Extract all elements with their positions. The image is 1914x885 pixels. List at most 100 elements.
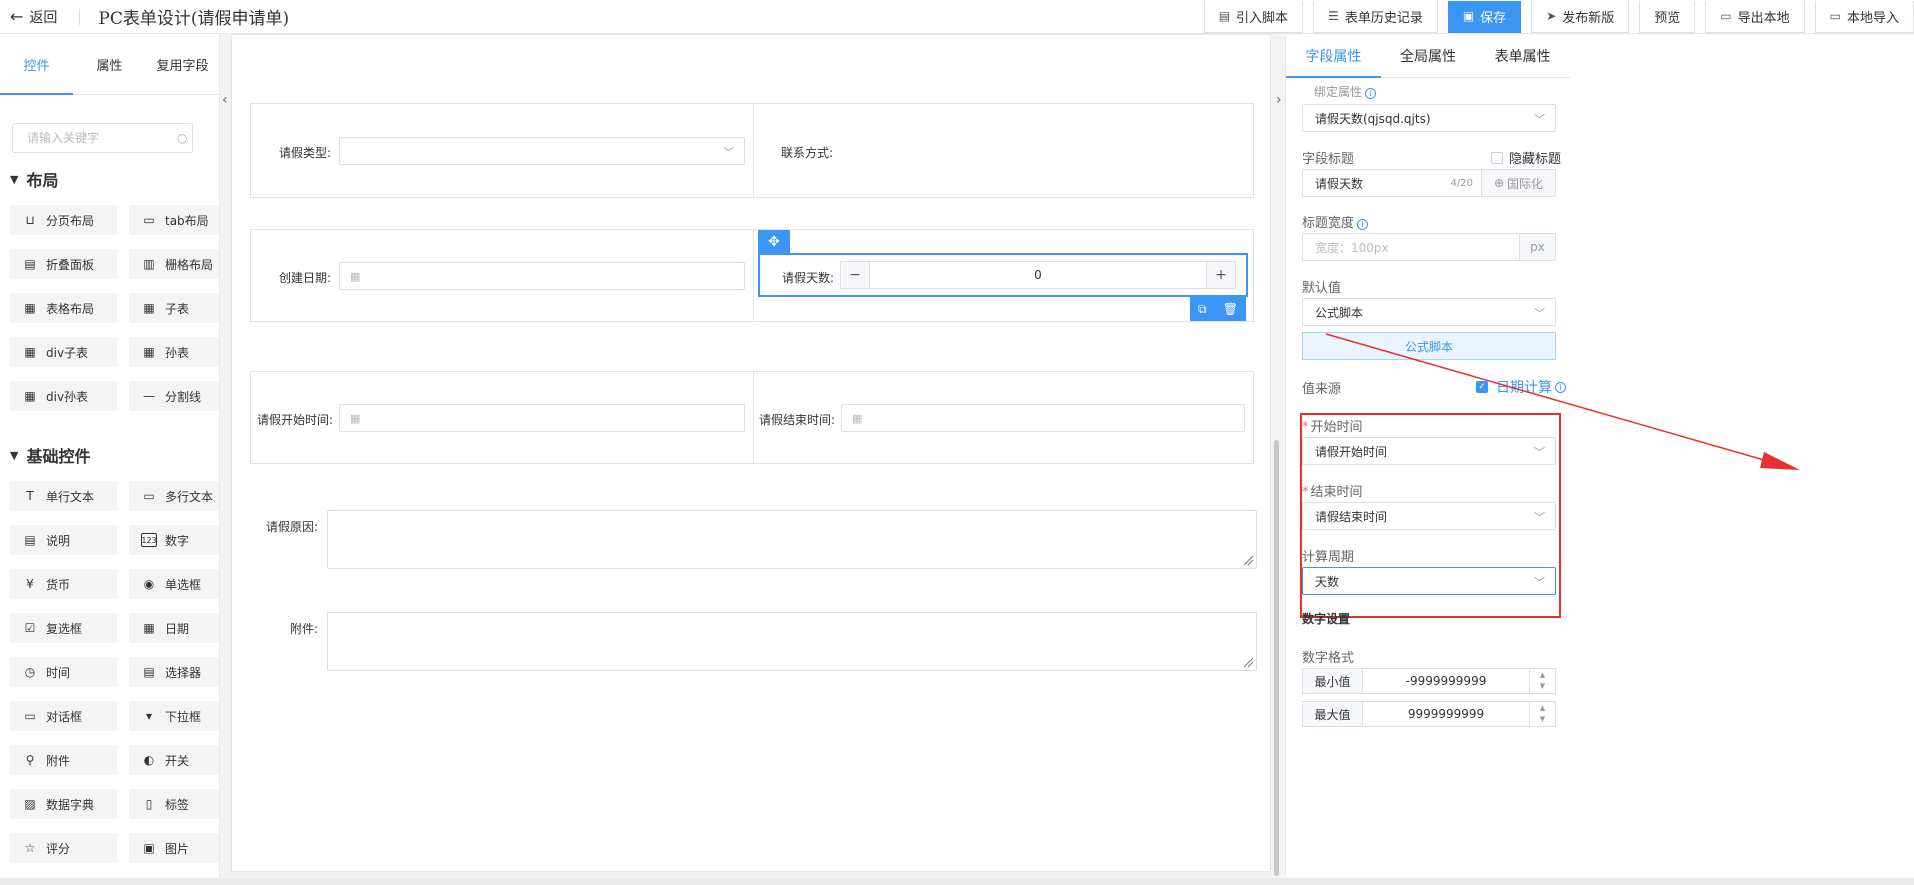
resize-handle-icon[interactable]	[1242, 554, 1254, 566]
tab-properties[interactable]: 属性	[73, 34, 146, 94]
leave-type-select[interactable]: ﹀	[339, 137, 745, 165]
control-description[interactable]: ▤ 说明	[10, 525, 117, 555]
control-label: 多行文本	[165, 489, 214, 504]
collapse-left-icon[interactable]: ‹	[222, 92, 228, 108]
control-attachment[interactable]: ⚲ 附件	[10, 745, 117, 775]
start-time-select[interactable]: 请假开始时间 ﹀	[1302, 437, 1556, 465]
stepper-arrows[interactable]: ▲ ▼	[1529, 702, 1555, 726]
chevron-down-icon[interactable]: ▼	[1540, 714, 1545, 725]
default-value-label: 默认值	[1302, 281, 1342, 296]
star-icon: ☆	[24, 841, 36, 855]
field-title-input[interactable]: 请假天数 4/20 ⊕ 国际化	[1302, 169, 1556, 197]
calendar-icon: ▦	[852, 411, 863, 425]
leave-type-label: 请假类型:	[278, 146, 331, 160]
canvas-scrollbar[interactable]	[1274, 440, 1279, 876]
title-width-input[interactable]: 宽度：100px px	[1302, 233, 1556, 261]
control-table-layout[interactable]: ▦ 表格布局	[10, 293, 117, 323]
leave-days-stepper[interactable]: − 0 +	[840, 261, 1236, 289]
hide-title-checkbox[interactable]	[1491, 151, 1503, 164]
trash-icon[interactable]: 🗑	[1223, 302, 1238, 316]
control-divider[interactable]: — 分割线	[129, 381, 219, 411]
max-value-input[interactable]: 9999999999	[1363, 702, 1529, 726]
import-local-button[interactable]: ▭ 本地导入	[1814, 0, 1914, 33]
bookmark-icon: ▯	[145, 797, 153, 811]
clock-icon: ◷	[24, 665, 36, 679]
paperclip-icon: ⚲	[25, 753, 35, 767]
start-time-input[interactable]: ▦	[339, 404, 745, 432]
tab-reuse-fields[interactable]: 复用字段	[146, 34, 219, 94]
control-paging-layout[interactable]: ⊔ 分页布局	[10, 205, 117, 235]
copy-icon[interactable]: ⧉	[1198, 302, 1207, 317]
reason-textarea[interactable]	[327, 510, 1257, 569]
create-date-input[interactable]: ▦	[339, 262, 745, 290]
control-grandchild-table[interactable]: ▦ 孙表	[129, 337, 219, 367]
control-data-dictionary[interactable]: ▨ 数据字典	[10, 789, 117, 819]
control-div-subtable[interactable]: ▦ div子表	[10, 337, 117, 367]
tab-field-properties[interactable]: 字段属性	[1286, 34, 1381, 78]
search-input[interactable]	[27, 131, 177, 145]
tab-global-properties[interactable]: 全局属性	[1381, 34, 1476, 77]
minus-icon[interactable]: −	[841, 262, 869, 288]
control-date[interactable]: ▦ 日期	[129, 613, 219, 643]
field-title-value[interactable]: 请假天数	[1315, 175, 1363, 192]
control-multi-text[interactable]: ▭ 多行文本	[129, 481, 219, 511]
resize-handle-icon[interactable]	[1242, 656, 1254, 668]
chevron-up-icon[interactable]: ▲	[1540, 670, 1545, 681]
control-time[interactable]: ◷ 时间	[10, 657, 117, 687]
control-tag[interactable]: ▯ 标签	[129, 789, 219, 819]
tab-controls[interactable]: 控件	[0, 34, 73, 95]
date-calc-checkbox[interactable]: ✓	[1476, 381, 1488, 393]
attachment-area[interactable]	[327, 612, 1257, 671]
control-dropdown[interactable]: ▾ 下拉框	[129, 701, 219, 731]
stepper-arrows[interactable]: ▲ ▼	[1529, 669, 1555, 693]
publish-button[interactable]: ➤ 发布新版	[1531, 0, 1630, 33]
control-collapse-panel[interactable]: ▤ 折叠面板	[10, 249, 117, 279]
control-div-grandchild-table[interactable]: ▦ div孙表	[10, 381, 117, 411]
leave-days-value[interactable]: 0	[869, 262, 1207, 288]
bind-attr-select[interactable]: 请假天数(qjsqd.qjts) ﹀	[1302, 104, 1556, 132]
start-time-label: * 开始时间	[1302, 416, 1363, 435]
period-select[interactable]: 天数 ﹀	[1302, 567, 1556, 595]
control-rating[interactable]: ☆ 评分	[10, 833, 117, 863]
end-time-input[interactable]: ▦	[841, 404, 1245, 432]
control-grid-layout[interactable]: ▥ 栅格布局	[129, 249, 219, 279]
history-button[interactable]: ☰ 表单历史记录	[1313, 0, 1438, 33]
form-row-3: 请假开始时间: ▦ 请假结束时间: ▦	[250, 371, 1254, 464]
collapse-right-icon[interactable]: ›	[1276, 92, 1282, 108]
import-script-button[interactable]: ▤ 引入脚本	[1203, 0, 1304, 33]
bottom-scrollbar[interactable]	[0, 878, 1914, 885]
tab-form-properties[interactable]: 表单属性	[1475, 34, 1570, 77]
basic-group-header[interactable]: ▼ 基础控件	[0, 443, 219, 467]
default-value-select[interactable]: 公式脚本 ﹀	[1302, 298, 1556, 326]
back-button[interactable]: ← 返回	[0, 0, 57, 33]
control-radio[interactable]: ◉ 单选框	[129, 569, 219, 599]
export-local-button[interactable]: ▭ 导出本地	[1705, 0, 1805, 33]
control-image[interactable]: ▣ 图片	[129, 833, 219, 863]
end-time-select[interactable]: 请假结束时间 ﹀	[1302, 502, 1556, 530]
save-button[interactable]: ▣ 保存	[1447, 0, 1522, 33]
control-dialog[interactable]: ▭ 对话框	[10, 701, 117, 731]
chevron-up-icon[interactable]: ▲	[1540, 703, 1545, 714]
plus-icon[interactable]: +	[1207, 262, 1235, 288]
control-checkbox[interactable]: ☑ 复选框	[10, 613, 117, 643]
hide-title-option[interactable]: 隐藏标题	[1491, 148, 1561, 167]
control-label: div子表	[46, 345, 89, 360]
control-number[interactable]: 123 数字	[129, 525, 219, 555]
control-selector[interactable]: ▤ 选择器	[129, 657, 219, 687]
chevron-down-icon[interactable]: ▼	[1540, 681, 1545, 692]
control-tab-layout[interactable]: ▭ tab布局	[129, 205, 219, 235]
move-icon[interactable]: ✥	[758, 230, 790, 254]
control-label: 栅格布局	[165, 257, 214, 272]
preview-button[interactable]: 预览	[1639, 0, 1696, 33]
date-calc-option[interactable]: ✓ 日期计算 i	[1476, 377, 1566, 397]
control-single-text[interactable]: T 单行文本	[10, 481, 117, 511]
formula-script-button[interactable]: 公式脚本	[1302, 332, 1556, 360]
control-subtable[interactable]: ▦ 子表	[129, 293, 219, 323]
control-switch[interactable]: ◐ 开关	[129, 745, 219, 775]
i18n-button[interactable]: ⊕ 国际化	[1481, 170, 1555, 196]
search-icon[interactable]: ○	[177, 131, 187, 145]
control-label: 评分	[46, 841, 71, 856]
control-currency[interactable]: ¥ 货币	[10, 569, 117, 599]
min-value-input[interactable]: -9999999999	[1363, 669, 1529, 693]
layout-group-header[interactable]: ▼ 布局	[0, 167, 219, 191]
